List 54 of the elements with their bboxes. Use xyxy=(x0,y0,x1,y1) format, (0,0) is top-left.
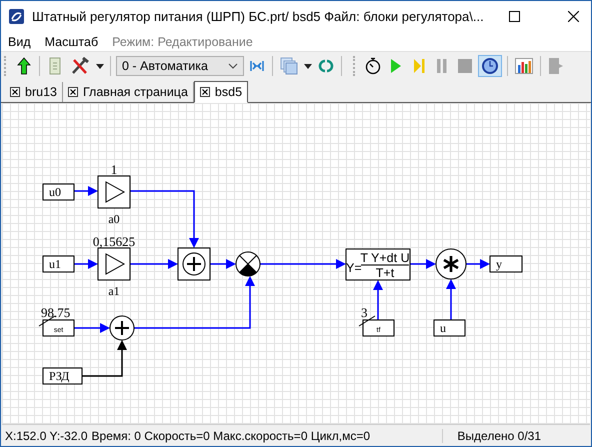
block-name: a0 xyxy=(108,212,120,226)
menu-item[interactable]: Масштаб xyxy=(44,34,98,48)
cursor-coordinates: X:152.0 Y:-32.0 xyxy=(5,428,88,442)
value-marker xyxy=(38,316,56,326)
menu-item: Режим: Редактирование xyxy=(112,34,253,48)
input-block[interactable]: u xyxy=(434,320,466,336)
selection-count: Выделено 0/31 xyxy=(442,428,541,442)
input-block[interactable]: u1 xyxy=(42,256,74,272)
adder-block[interactable] xyxy=(178,248,210,280)
close-icon[interactable] xyxy=(200,87,210,97)
connector-arrow xyxy=(410,259,436,269)
block-name: a1 xyxy=(108,284,120,298)
product-block[interactable] xyxy=(436,248,466,280)
connector-arrow xyxy=(74,323,110,333)
bar-chart-icon[interactable] xyxy=(513,55,535,77)
mode-select[interactable]: 0 - Автоматика xyxy=(116,56,244,76)
connector-arrow xyxy=(373,280,383,320)
formula-prefix: Y= xyxy=(346,261,362,275)
window-title: Штатный регулятор питания (ШРП) БС.prt/ bsd5 Файл: блоки регулятора\... xyxy=(32,9,484,24)
parameter-value: 98.75 xyxy=(41,305,70,320)
gain-block[interactable] xyxy=(98,248,130,280)
close-icon[interactable] xyxy=(68,87,78,97)
formula-numerator: T Y+dt U xyxy=(360,251,410,265)
adder-block[interactable] xyxy=(110,316,134,340)
connector-arrow xyxy=(82,340,127,377)
input-block[interactable]: u0 xyxy=(42,184,74,200)
tab[interactable]: bru13 xyxy=(5,82,63,102)
input-block[interactable]: РЗД xyxy=(42,368,82,384)
gain-block[interactable] xyxy=(98,176,130,208)
connector-arrow xyxy=(210,259,236,269)
tab[interactable]: bsd5 xyxy=(194,81,248,103)
clock-icon[interactable] xyxy=(478,55,502,77)
parameter-value: 3 xyxy=(361,305,368,320)
multiplier-block[interactable] xyxy=(236,252,260,276)
connector-arrow xyxy=(74,259,98,269)
connector-arrow xyxy=(74,186,98,196)
output-block[interactable]: y xyxy=(490,256,522,272)
gain-coefficient: 1 xyxy=(110,162,118,177)
formula-denominator: T+t xyxy=(376,266,394,280)
formula-block[interactable] xyxy=(346,248,410,280)
gain-coefficient: 0,15625 xyxy=(92,234,136,249)
menu-item[interactable]: Вид xyxy=(8,34,31,48)
maximize-icon[interactable] xyxy=(509,11,520,22)
connector-arrow xyxy=(466,259,490,269)
chevron-down-icon[interactable] xyxy=(228,63,238,69)
connector-arrow xyxy=(446,279,456,320)
tab[interactable]: Главная страница xyxy=(62,82,194,102)
status-info: Время: 0 Скорость=0 Макс.скорость=0 Цикл,мс=0 xyxy=(92,428,370,442)
connector-arrow xyxy=(130,259,178,269)
stopwatch-icon[interactable] xyxy=(363,55,383,77)
close-icon[interactable] xyxy=(568,11,579,22)
close-icon[interactable] xyxy=(10,87,20,97)
value-marker xyxy=(358,316,376,326)
app-icon xyxy=(9,9,24,24)
